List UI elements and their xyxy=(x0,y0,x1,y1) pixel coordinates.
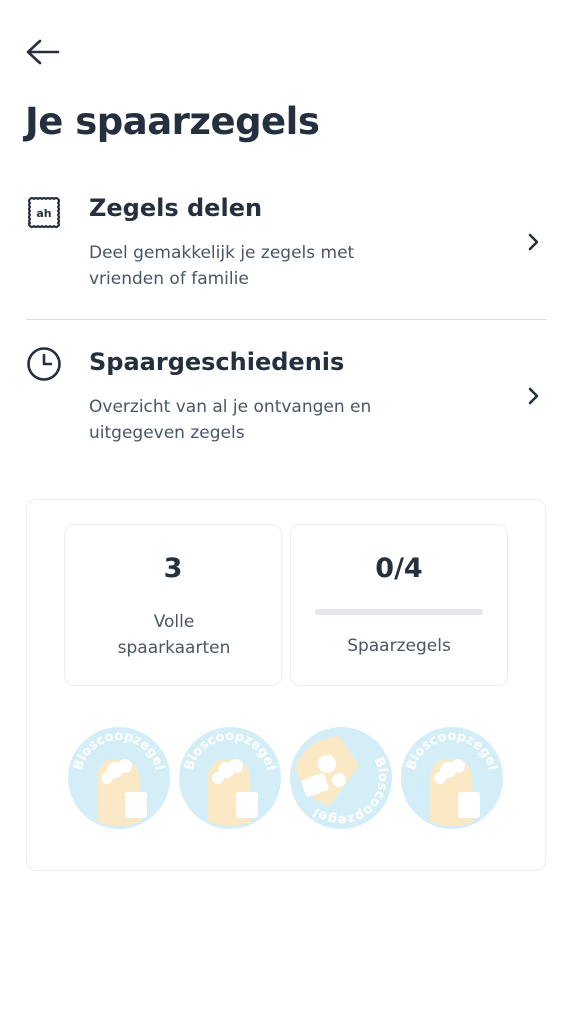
full-cards-label: Volle spaarkaarten xyxy=(117,612,231,658)
arrow-left-icon xyxy=(26,39,60,65)
menu-item-description: Overzicht van al je ontvangen en uitgege… xyxy=(89,397,372,443)
stamp-slot-3: Bioscoopzegel xyxy=(290,727,392,829)
clock-icon xyxy=(27,347,61,381)
savings-card: 3 Volle spaarkaarten 0/4 Spaarzegels Bio… xyxy=(26,499,546,871)
chevron-right-icon xyxy=(528,387,539,405)
stamps-stat: 0/4 Spaarzegels xyxy=(290,524,508,686)
full-cards-count: 3 xyxy=(163,553,183,584)
stamp-slots: Bioscoopzegel Bioscoopzegel Bioscoopzege… xyxy=(67,726,507,832)
stamps-label: Spaarzegels xyxy=(347,636,451,656)
menu-item-share-stamps[interactable]: ah Zegels delen Deel gemakkelijk je zege… xyxy=(0,190,572,310)
stamp-share-icon: ah xyxy=(27,196,61,229)
menu-item-savings-history[interactable]: Spaargeschiedenis Overzicht van al je on… xyxy=(0,344,572,454)
stamp-slot-4: Bioscoopzegel xyxy=(401,727,503,829)
full-cards-stat: 3 Volle spaarkaarten xyxy=(64,524,282,686)
stamp-slot-1: Bioscoopzegel xyxy=(68,727,170,829)
menu-item-title: Zegels delen xyxy=(89,194,263,222)
menu-item-title: Spaargeschiedenis xyxy=(89,348,345,376)
stamps-count: 0/4 xyxy=(375,553,423,584)
menu-item-description: Deel gemakkelijk je zegels met vrienden … xyxy=(89,243,355,289)
divider xyxy=(26,319,547,320)
stamp-slot-2: Bioscoopzegel xyxy=(179,727,281,829)
chevron-right-icon xyxy=(528,233,539,251)
back-button[interactable] xyxy=(24,34,64,70)
svg-text:ah: ah xyxy=(36,207,51,220)
stamps-progress-bar xyxy=(315,609,483,615)
page-title: Je spaarzegels xyxy=(25,100,320,143)
